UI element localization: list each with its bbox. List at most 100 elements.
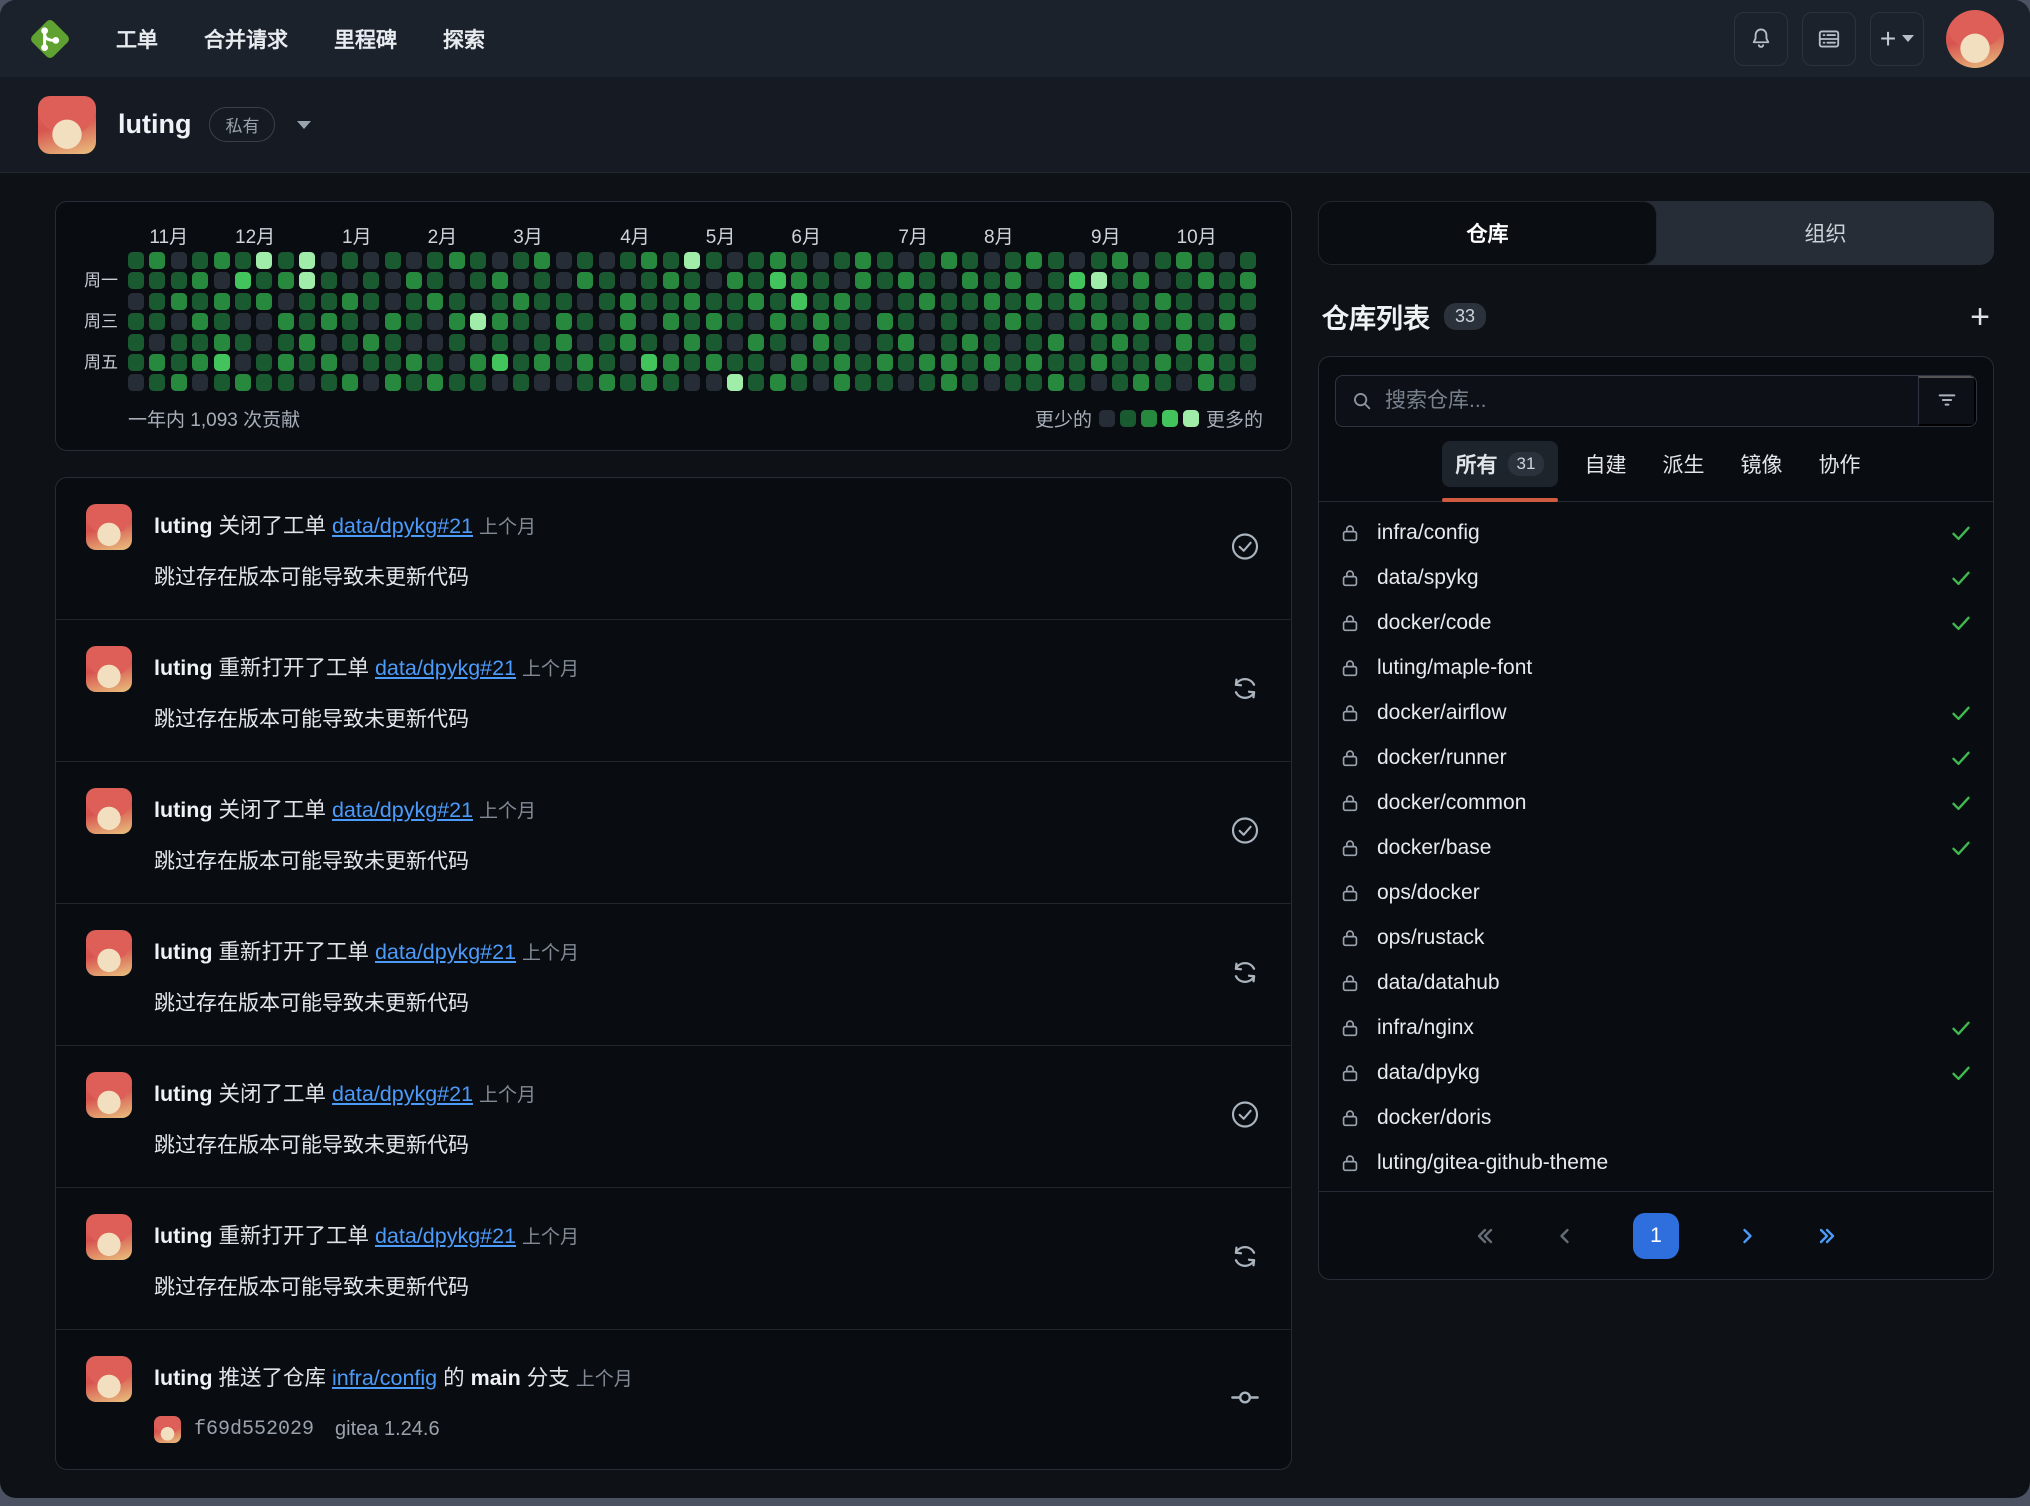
nav-link[interactable]: 工单 xyxy=(116,24,158,54)
heatmap-cell xyxy=(256,354,272,371)
heatmap-cell xyxy=(1176,272,1192,289)
create-new-button[interactable]: + xyxy=(1870,12,1924,66)
heatmap-cell xyxy=(984,252,1000,269)
heatmap-cell xyxy=(1155,272,1171,289)
repo-row[interactable]: docker/code xyxy=(1319,600,1993,645)
repo-row[interactable]: luting/maple-font xyxy=(1319,645,1993,690)
filter-tab-label: 协作 xyxy=(1818,449,1860,479)
heatmap-cell xyxy=(214,293,230,310)
feed-user-link[interactable]: luting xyxy=(154,514,213,538)
repo-row[interactable]: luting/gitea-github-theme xyxy=(1319,1140,1993,1185)
tab-organizations[interactable]: 组织 xyxy=(1657,201,1994,265)
heatmap-cell xyxy=(941,293,957,310)
repo-row[interactable]: data/dpykg xyxy=(1319,1050,1993,1095)
heatmap-cell xyxy=(1091,293,1107,310)
heatmap-cell xyxy=(1219,374,1235,391)
feed-user-link[interactable]: luting xyxy=(154,1082,213,1106)
add-repo-button[interactable]: + xyxy=(1970,300,1990,334)
repos-orgs-tabs: 仓库 组织 xyxy=(1318,201,1994,265)
pagination-first-button[interactable] xyxy=(1473,1224,1497,1248)
heatmap-cell xyxy=(770,374,786,391)
repo-row[interactable]: docker/doris xyxy=(1319,1095,1993,1140)
repo-name: ops/docker xyxy=(1377,881,1973,905)
heatmap-cell xyxy=(1219,252,1235,269)
gitea-logo-icon[interactable] xyxy=(26,15,74,63)
filter-tab-自建[interactable]: 自建 xyxy=(1574,441,1636,487)
repo-search-input[interactable] xyxy=(1385,376,1918,426)
repo-row[interactable]: ops/rustack xyxy=(1319,915,1993,960)
repo-filter-button[interactable] xyxy=(1918,376,1976,426)
repo-row[interactable]: data/spykg xyxy=(1319,555,1993,600)
feed-item: luting 关闭了工单 data/dpykg#21上个月跳过存在版本可能导致未… xyxy=(56,478,1291,620)
feed-target-link[interactable]: data/dpykg#21 xyxy=(332,798,473,822)
feed-target-link[interactable]: data/dpykg#21 xyxy=(375,656,516,680)
heatmap-cell xyxy=(599,374,615,391)
feed-avatar[interactable] xyxy=(86,1214,132,1260)
heatmap-cell xyxy=(556,354,572,371)
heatmap-cell xyxy=(706,334,722,351)
feed-item: luting 推送了仓库 infra/config 的 main 分支上个月f6… xyxy=(56,1330,1291,1469)
nav-link[interactable]: 合并请求 xyxy=(204,24,288,54)
admin-panel-button[interactable] xyxy=(1802,12,1856,66)
filter-tab-派生[interactable]: 派生 xyxy=(1652,441,1714,487)
feed-user-link[interactable]: luting xyxy=(154,1366,213,1390)
repo-row[interactable]: data/datahub xyxy=(1319,960,1993,1005)
feed-target-link[interactable]: data/dpykg#21 xyxy=(332,514,473,538)
feed-target-link[interactable]: data/dpykg#21 xyxy=(375,1224,516,1248)
heatmap-cell xyxy=(919,272,935,289)
feed-avatar[interactable] xyxy=(86,788,132,834)
repo-row[interactable]: ops/docker xyxy=(1319,870,1993,915)
pagination-page-1[interactable]: 1 xyxy=(1633,1213,1679,1259)
feed-target-link[interactable]: infra/config xyxy=(332,1366,437,1390)
filter-tab-所有[interactable]: 所有31 xyxy=(1442,441,1559,487)
feed-avatar[interactable] xyxy=(86,1356,132,1402)
repo-row[interactable]: docker/common xyxy=(1319,780,1993,825)
heatmap-cell xyxy=(534,313,550,330)
pagination-prev-button[interactable] xyxy=(1553,1224,1577,1248)
repo-row[interactable]: infra/config xyxy=(1319,510,1993,555)
repo-row[interactable]: infra/nginx xyxy=(1319,1005,1993,1050)
pagination-next-button[interactable] xyxy=(1735,1224,1759,1248)
repo-row[interactable]: docker/airflow xyxy=(1319,690,1993,735)
feed-user-link[interactable]: luting xyxy=(154,656,213,680)
feed-avatar[interactable] xyxy=(86,646,132,692)
heatmap-cell xyxy=(342,313,358,330)
nav-link[interactable]: 里程碑 xyxy=(334,24,397,54)
feed-avatar[interactable] xyxy=(86,504,132,550)
heatmap-cell xyxy=(599,252,615,269)
pagination-last-button[interactable] xyxy=(1815,1224,1839,1248)
legend-cell xyxy=(1120,410,1136,427)
check-circle-icon xyxy=(1229,530,1261,567)
repo-row[interactable]: docker/runner xyxy=(1319,735,1993,780)
feed-avatar[interactable] xyxy=(86,1072,132,1118)
feed-target-link[interactable]: data/dpykg#21 xyxy=(332,1082,473,1106)
notifications-button[interactable] xyxy=(1734,12,1788,66)
nav-link[interactable]: 探索 xyxy=(443,24,485,54)
feed-target-link[interactable]: data/dpykg#21 xyxy=(375,940,516,964)
user-avatar[interactable] xyxy=(1946,10,2004,68)
heatmap-cell xyxy=(834,272,850,289)
filter-tab-协作[interactable]: 协作 xyxy=(1808,441,1870,487)
feed-user-link[interactable]: luting xyxy=(154,798,213,822)
feed-user-link[interactable]: luting xyxy=(154,940,213,964)
commit-sha-link[interactable]: f69d552029 xyxy=(194,1418,314,1441)
heatmap-cell xyxy=(684,272,700,289)
feed-avatar[interactable] xyxy=(86,930,132,976)
heatmap-cell xyxy=(577,293,593,310)
heatmap-cell xyxy=(641,354,657,371)
heatmap-month-label: 3月 xyxy=(513,222,543,249)
heatmap-cell xyxy=(727,313,743,330)
heatmap-day-label xyxy=(84,374,128,391)
heatmap-cell xyxy=(192,293,208,310)
heatmap-cell xyxy=(363,252,379,269)
filter-tab-镜像[interactable]: 镜像 xyxy=(1730,441,1792,487)
tab-repositories[interactable]: 仓库 xyxy=(1318,201,1657,265)
profile-avatar[interactable] xyxy=(38,96,96,154)
profile-dropdown-caret-icon[interactable] xyxy=(297,121,311,129)
heatmap-cell xyxy=(342,374,358,391)
heatmap-cell xyxy=(1133,252,1149,269)
repo-row[interactable]: docker/base xyxy=(1319,825,1993,870)
feed-user-link[interactable]: luting xyxy=(154,1224,213,1248)
heatmap-cell xyxy=(192,374,208,391)
heatmap-cell xyxy=(706,354,722,371)
